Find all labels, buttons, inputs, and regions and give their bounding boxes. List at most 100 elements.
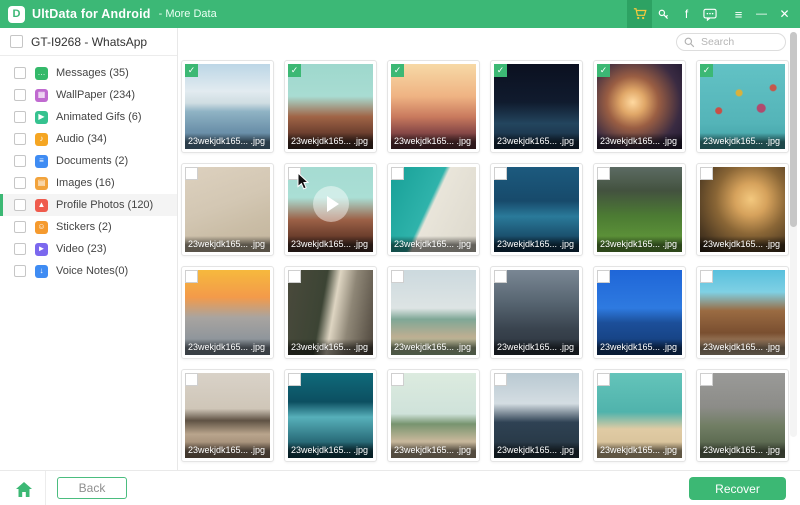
- photo-thumbnail[interactable]: 23wekjdk165... .jpg: [696, 369, 789, 462]
- photo-image[interactable]: ✓ 23wekjdk165... .jpg: [597, 64, 682, 149]
- photo-image[interactable]: 23wekjdk165... .jpg: [288, 373, 373, 458]
- minimize-icon[interactable]: —: [750, 0, 773, 28]
- photo-checkbox[interactable]: [391, 270, 404, 283]
- sidebar-category-item[interactable]: ▤ Images (16): [0, 172, 177, 194]
- photo-image[interactable]: 23wekjdk165... .jpg: [597, 373, 682, 458]
- photo-thumbnail[interactable]: 23wekjdk165... .jpg: [696, 266, 789, 359]
- photo-image[interactable]: ✓ 23wekjdk165... .jpg: [185, 64, 270, 149]
- photo-checkbox[interactable]: [185, 167, 198, 180]
- photo-thumbnail[interactable]: 23wekjdk165... .jpg: [490, 266, 583, 359]
- photo-image[interactable]: 23wekjdk165... .jpg: [185, 373, 270, 458]
- photo-checkbox[interactable]: [597, 270, 610, 283]
- photo-checkbox[interactable]: [700, 270, 713, 283]
- category-checkbox[interactable]: [14, 89, 26, 101]
- scrollbar[interactable]: [790, 32, 797, 437]
- sidebar-category-item[interactable]: ↓ Voice Notes(0): [0, 260, 177, 282]
- category-checkbox[interactable]: [14, 155, 26, 167]
- photo-thumbnail[interactable]: 23wekjdk165... .jpg: [284, 163, 377, 256]
- photo-image[interactable]: ✓ 23wekjdk165... .jpg: [288, 64, 373, 149]
- category-checkbox[interactable]: [14, 177, 26, 189]
- photo-checkbox[interactable]: [597, 373, 610, 386]
- photo-checkbox[interactable]: [597, 167, 610, 180]
- select-all-checkbox[interactable]: [10, 35, 23, 48]
- sidebar-category-item[interactable]: ▦ WallPaper (234): [0, 84, 177, 106]
- photo-checkbox[interactable]: ✓: [494, 64, 507, 77]
- photo-thumbnail[interactable]: ✓ 23wekjdk165... .jpg: [284, 60, 377, 153]
- photo-thumbnail[interactable]: 23wekjdk165... .jpg: [593, 369, 686, 462]
- photo-thumbnail[interactable]: 23wekjdk165... .jpg: [593, 163, 686, 256]
- photo-checkbox[interactable]: ✓: [597, 64, 610, 77]
- photo-image[interactable]: 23wekjdk165... .jpg: [391, 167, 476, 252]
- register-key-icon[interactable]: [652, 0, 675, 28]
- play-icon[interactable]: [312, 186, 349, 223]
- home-button[interactable]: [14, 479, 34, 499]
- photo-thumbnail[interactable]: ✓ 23wekjdk165... .jpg: [181, 60, 274, 153]
- sidebar-category-item[interactable]: ≡ Documents (2): [0, 150, 177, 172]
- photo-thumbnail[interactable]: 23wekjdk165... .jpg: [181, 369, 274, 462]
- photo-checkbox[interactable]: [494, 373, 507, 386]
- search-input[interactable]: [699, 35, 779, 49]
- photo-thumbnail[interactable]: 23wekjdk165... .jpg: [284, 266, 377, 359]
- category-checkbox[interactable]: [14, 133, 26, 145]
- feedback-icon[interactable]: [698, 0, 721, 28]
- photo-thumbnail[interactable]: 23wekjdk165... .jpg: [387, 369, 480, 462]
- photo-image[interactable]: 23wekjdk165... .jpg: [494, 167, 579, 252]
- photo-thumbnail[interactable]: 23wekjdk165... .jpg: [387, 163, 480, 256]
- photo-image[interactable]: 23wekjdk165... .jpg: [597, 167, 682, 252]
- back-button[interactable]: Back: [57, 477, 127, 499]
- category-checkbox[interactable]: [14, 111, 26, 123]
- photo-thumbnail[interactable]: ✓ 23wekjdk165... .jpg: [593, 60, 686, 153]
- photo-image[interactable]: 23wekjdk165... .jpg: [597, 270, 682, 355]
- sidebar-category-item[interactable]: … Messages (35): [0, 62, 177, 84]
- photo-checkbox[interactable]: [288, 373, 301, 386]
- photo-thumbnail[interactable]: ✓ 23wekjdk165... .jpg: [387, 60, 480, 153]
- photo-image[interactable]: 23wekjdk165... .jpg: [391, 270, 476, 355]
- photo-thumbnail[interactable]: ✓ 23wekjdk165... .jpg: [490, 60, 583, 153]
- photo-checkbox[interactable]: [391, 373, 404, 386]
- photo-image[interactable]: 23wekjdk165... .jpg: [700, 167, 785, 252]
- facebook-icon[interactable]: f: [675, 0, 698, 28]
- category-checkbox[interactable]: [14, 243, 26, 255]
- photo-image[interactable]: ✓ 23wekjdk165... .jpg: [700, 64, 785, 149]
- photo-thumbnail[interactable]: 23wekjdk165... .jpg: [181, 163, 274, 256]
- photo-image[interactable]: 23wekjdk165... .jpg: [494, 373, 579, 458]
- photo-image[interactable]: 23wekjdk165... .jpg: [700, 373, 785, 458]
- photo-thumbnail[interactable]: 23wekjdk165... .jpg: [490, 163, 583, 256]
- photo-checkbox[interactable]: [700, 167, 713, 180]
- photo-image[interactable]: 23wekjdk165... .jpg: [288, 270, 373, 355]
- search-box[interactable]: [676, 33, 786, 51]
- photo-checkbox[interactable]: [494, 167, 507, 180]
- photo-image[interactable]: 23wekjdk165... .jpg: [185, 270, 270, 355]
- sidebar-category-item[interactable]: ☺ Stickers (2): [0, 216, 177, 238]
- photo-image[interactable]: 23wekjdk165... .jpg: [288, 167, 373, 252]
- photo-image[interactable]: 23wekjdk165... .jpg: [700, 270, 785, 355]
- sidebar-category-item[interactable]: ▶ Animated Gifs (6): [0, 106, 177, 128]
- photo-thumbnail[interactable]: 23wekjdk165... .jpg: [490, 369, 583, 462]
- photo-image[interactable]: 23wekjdk165... .jpg: [391, 373, 476, 458]
- sidebar-category-item[interactable]: ▲ Profile Photos (120): [0, 194, 177, 216]
- photo-thumbnail[interactable]: ✓ 23wekjdk165... .jpg: [696, 60, 789, 153]
- category-checkbox[interactable]: [14, 199, 26, 211]
- photo-image[interactable]: 23wekjdk165... .jpg: [185, 167, 270, 252]
- photo-thumbnail[interactable]: 23wekjdk165... .jpg: [181, 266, 274, 359]
- photo-checkbox[interactable]: ✓: [391, 64, 404, 77]
- sidebar-category-item[interactable]: ♪ Audio (34): [0, 128, 177, 150]
- cart-icon[interactable]: [627, 0, 652, 28]
- recover-button[interactable]: Recover: [689, 477, 786, 500]
- photo-checkbox[interactable]: [185, 270, 198, 283]
- category-checkbox[interactable]: [14, 67, 26, 79]
- photo-checkbox[interactable]: [185, 373, 198, 386]
- photo-thumbnail[interactable]: 23wekjdk165... .jpg: [284, 369, 377, 462]
- photo-image[interactable]: ✓ 23wekjdk165... .jpg: [391, 64, 476, 149]
- category-checkbox[interactable]: [14, 265, 26, 277]
- photo-checkbox[interactable]: ✓: [288, 64, 301, 77]
- photo-checkbox[interactable]: [288, 270, 301, 283]
- photo-thumbnail[interactable]: 23wekjdk165... .jpg: [696, 163, 789, 256]
- photo-image[interactable]: 23wekjdk165... .jpg: [494, 270, 579, 355]
- photo-checkbox[interactable]: ✓: [700, 64, 713, 77]
- photo-thumbnail[interactable]: 23wekjdk165... .jpg: [387, 266, 480, 359]
- photo-thumbnail[interactable]: 23wekjdk165... .jpg: [593, 266, 686, 359]
- photo-checkbox[interactable]: ✓: [185, 64, 198, 77]
- menu-icon[interactable]: ≡: [727, 0, 750, 28]
- photo-image[interactable]: ✓ 23wekjdk165... .jpg: [494, 64, 579, 149]
